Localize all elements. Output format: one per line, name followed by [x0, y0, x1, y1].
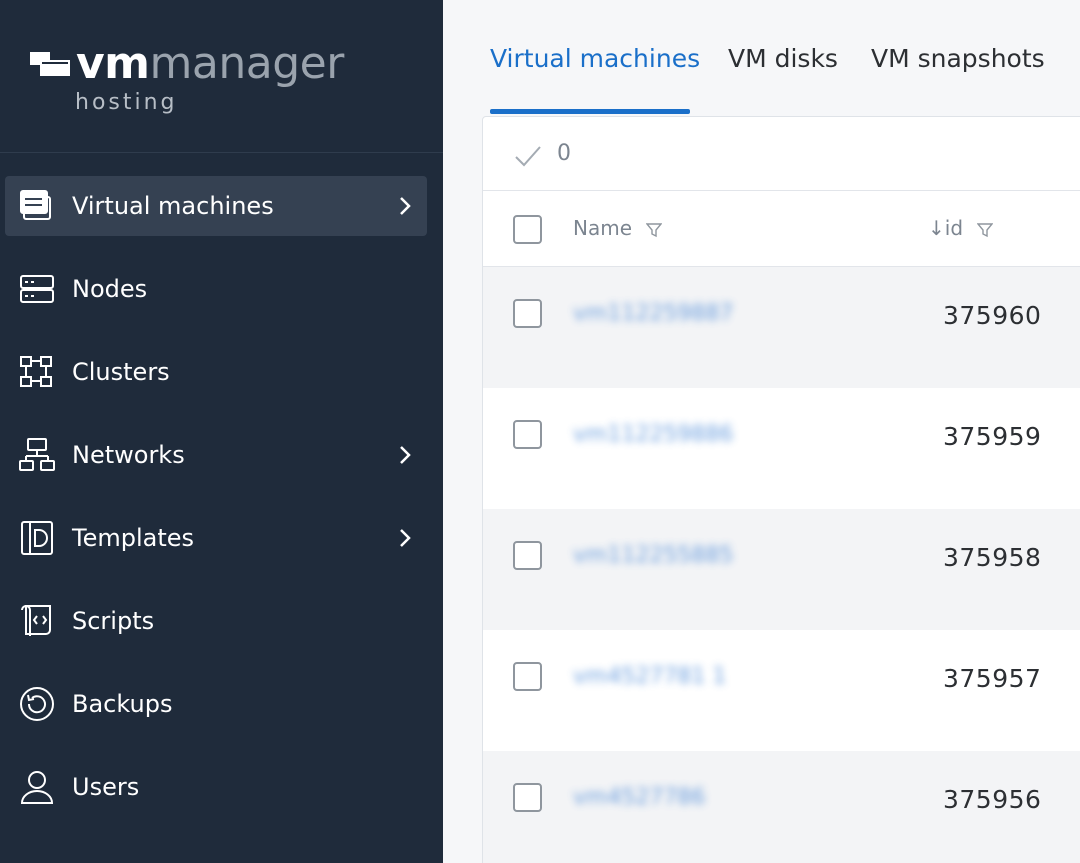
- table-row[interactable]: vm4527786 375956: [483, 751, 1080, 863]
- sidebar-item-label: Clusters: [72, 358, 170, 386]
- row-checkbox[interactable]: [513, 541, 542, 570]
- sidebar-item-networks[interactable]: Networks: [5, 425, 427, 485]
- logo-subtitle: hosting: [75, 90, 178, 115]
- sidebar-item-clusters[interactable]: Clusters: [5, 342, 427, 402]
- row-checkbox[interactable]: [513, 783, 542, 812]
- user-icon: [18, 768, 56, 806]
- sidebar-item-label: Users: [72, 773, 140, 801]
- sidebar-item-label: Nodes: [72, 275, 148, 303]
- table-row[interactable]: vm112255885 375958: [483, 509, 1080, 630]
- table-header: Name ↓id: [483, 191, 1080, 267]
- sidebar-item-label: Backups: [72, 690, 173, 718]
- column-header-label: ↓id: [928, 216, 964, 240]
- node-icon: [18, 270, 56, 308]
- cluster-icon: [18, 353, 56, 391]
- table-row[interactable]: vm112259887 375960: [483, 267, 1080, 388]
- row-checkbox[interactable]: [513, 420, 542, 449]
- sidebar-item-scripts[interactable]: Scripts: [5, 591, 427, 651]
- column-header-name[interactable]: Name: [573, 216, 663, 240]
- vm-table-panel: 0 Name ↓id vm112259887 375960 vm11225988…: [482, 116, 1080, 863]
- filter-icon[interactable]: [646, 222, 663, 238]
- sidebar-item-label: Networks: [72, 441, 185, 469]
- check-icon: [515, 146, 541, 167]
- vm-name-link[interactable]: vm112259886: [573, 422, 733, 447]
- filter-icon[interactable]: [977, 222, 994, 238]
- select-all-checkbox[interactable]: [513, 215, 542, 244]
- backup-icon: [18, 685, 56, 723]
- vm-id: 375960: [943, 301, 1042, 330]
- vm-id: 375956: [943, 785, 1042, 814]
- sidebar-item-templates[interactable]: Templates: [5, 508, 427, 568]
- chevron-right-icon: [400, 529, 411, 547]
- sidebar-divider: [0, 152, 443, 153]
- tab-virtual-machines[interactable]: Virtual machines: [490, 44, 700, 73]
- tab-vm-disks[interactable]: VM disks: [728, 44, 838, 73]
- network-icon: [18, 436, 56, 474]
- column-header-label: Name: [573, 216, 633, 240]
- table-row[interactable]: vm112259886 375959: [483, 388, 1080, 509]
- sidebar-item-backups[interactable]: Backups: [5, 674, 427, 734]
- column-header-id[interactable]: ↓id: [928, 216, 994, 240]
- vm-id: 375957: [943, 664, 1042, 693]
- logo-mark-icon: [30, 52, 70, 76]
- vm-name-link[interactable]: vm112255885: [573, 543, 733, 568]
- sidebar-item-nodes[interactable]: Nodes: [5, 259, 427, 319]
- chevron-right-icon: [400, 446, 411, 464]
- sidebar-item-label: Templates: [72, 524, 195, 552]
- vm-name-link[interactable]: vm112259887: [573, 301, 733, 326]
- vm-id: 375959: [943, 422, 1042, 451]
- vm-id: 375958: [943, 543, 1042, 572]
- row-checkbox[interactable]: [513, 299, 542, 328]
- server-stack-icon: [18, 187, 56, 225]
- vm-name-link[interactable]: vm4527786: [573, 785, 705, 810]
- row-checkbox[interactable]: [513, 662, 542, 691]
- sidebar: vmmanager hosting Virtual machines Nodes: [0, 0, 443, 863]
- sidebar-item-virtual-machines[interactable]: Virtual machines: [5, 176, 427, 236]
- vm-name-link[interactable]: vm4527781 1: [573, 664, 726, 689]
- chevron-right-icon: [400, 197, 411, 215]
- sidebar-item-label: Virtual machines: [72, 192, 274, 220]
- script-icon: [18, 602, 56, 640]
- template-icon: [18, 519, 56, 557]
- selection-toolbar: 0: [483, 117, 1080, 191]
- main-content: Virtual machines VM disks VM snapshots 0…: [443, 0, 1080, 863]
- table-row[interactable]: vm4527781 1 375957: [483, 630, 1080, 751]
- tab-vm-snapshots[interactable]: VM snapshots: [871, 44, 1045, 73]
- tab-bar: Virtual machines VM disks VM snapshots: [443, 0, 1080, 116]
- sidebar-item-users[interactable]: Users: [5, 757, 427, 817]
- active-tab-indicator: [490, 109, 690, 114]
- sidebar-item-label: Scripts: [72, 607, 155, 635]
- selected-count: 0: [557, 141, 571, 166]
- logo-wordmark: vmmanager: [76, 38, 344, 89]
